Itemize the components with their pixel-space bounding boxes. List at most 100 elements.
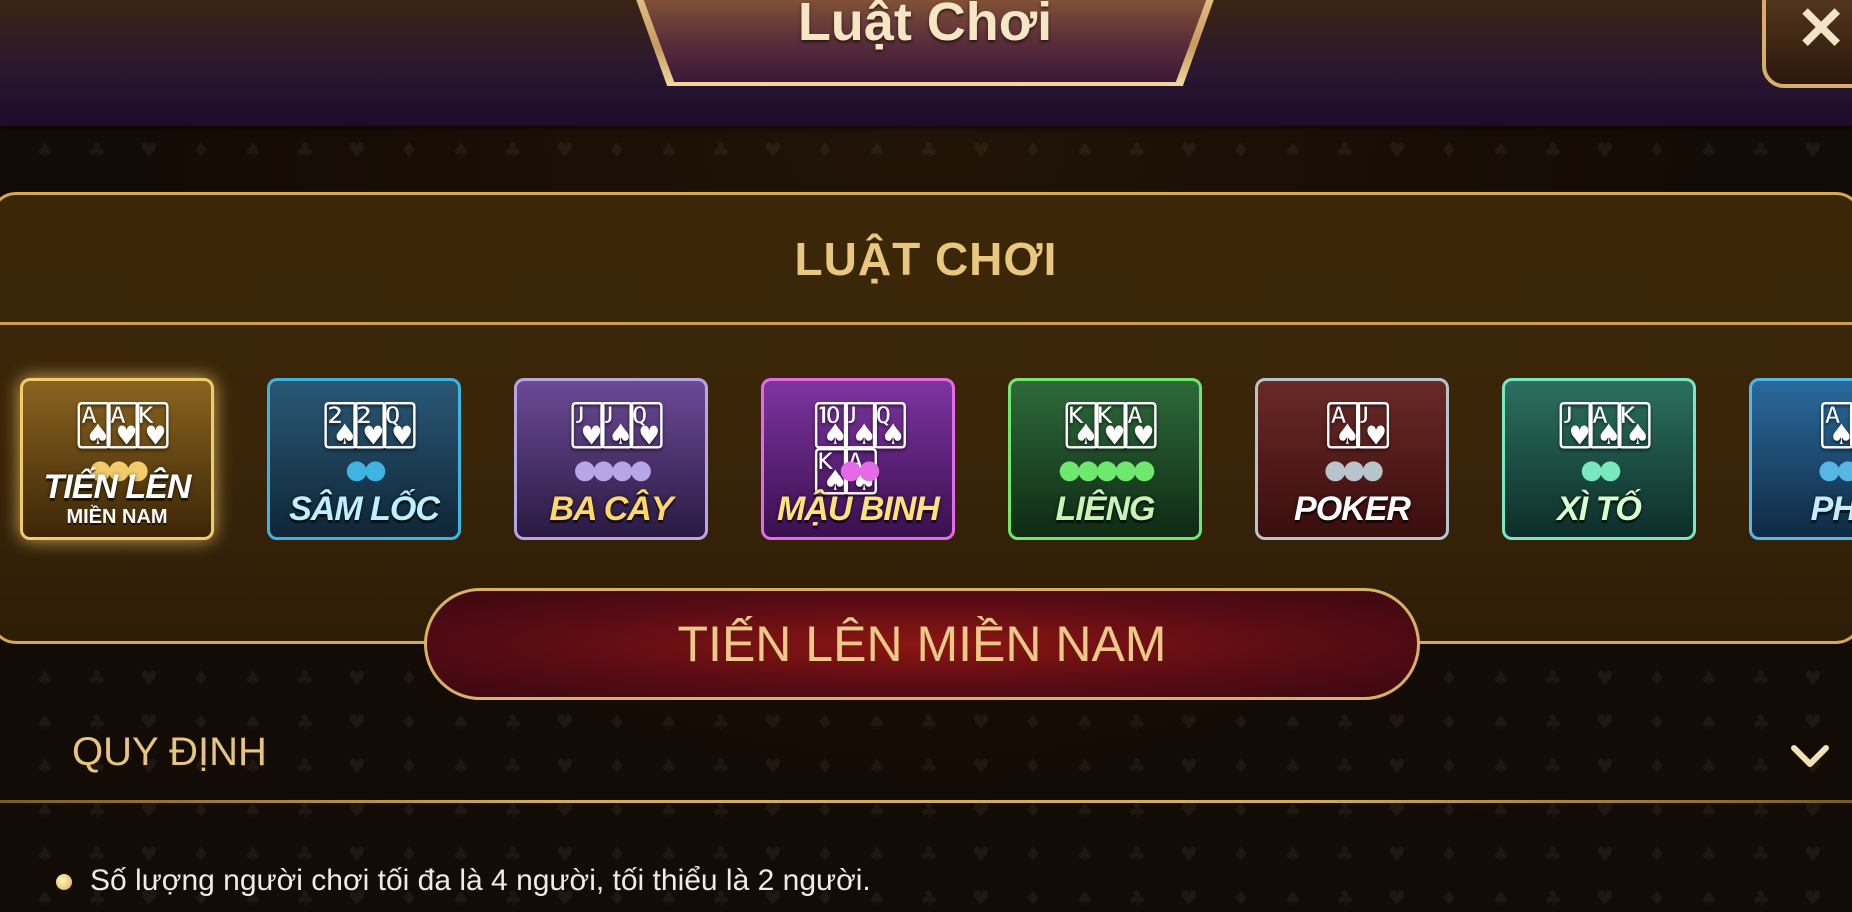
suit-pattern-glyph: ♠	[452, 138, 470, 162]
game-tile-label: MẬU BINH	[777, 490, 940, 528]
suit-pattern-glyph: ♣	[504, 842, 522, 866]
suit-pattern-glyph: ♦	[1232, 886, 1250, 910]
suit-pattern-glyph: ♦	[1024, 886, 1042, 910]
suit-pattern-glyph: ♥	[1596, 798, 1614, 822]
suit-pattern-glyph: ♥	[1388, 798, 1406, 822]
game-tile-label: SÂM LỐC	[289, 490, 440, 528]
panel-divider	[0, 322, 1852, 325]
suit-pattern-glyph: ♥	[972, 842, 990, 866]
suit-pattern-glyph: ♥	[140, 798, 158, 822]
suit-pattern-glyph: ♥	[1180, 842, 1198, 866]
suit-pattern-glyph: ♠	[1284, 842, 1302, 866]
suit-pattern-glyph: ♦	[816, 138, 834, 162]
game-tile-label: POKER	[1294, 490, 1411, 528]
game-tile[interactable]: 🂢🂲🂽 ●● SÂM LỐC	[267, 378, 461, 540]
suit-pattern-glyph: ♠	[1492, 666, 1510, 690]
suit-pattern-glyph: ♥	[1180, 138, 1198, 162]
playing-cards-icon: 🂡🂱	[1817, 403, 1852, 449]
suit-pattern-glyph: ♦	[1440, 886, 1458, 910]
suit-pattern-glyph: ♣	[1336, 138, 1354, 162]
chips-icon: ●●●●●	[1058, 455, 1155, 485]
suit-pattern-glyph: ♠	[452, 798, 470, 822]
suit-pattern-glyph: ♣	[1128, 138, 1146, 162]
suit-pattern-glyph: ♥	[140, 138, 158, 162]
suit-pattern-glyph: ♦	[1232, 138, 1250, 162]
chips-icon: ●●●	[1817, 455, 1852, 485]
suit-pattern-glyph: ♣	[88, 842, 106, 866]
suit-pattern-glyph: ♠	[244, 798, 262, 822]
game-tile-label: BA CÂY	[549, 490, 673, 528]
suit-pattern-glyph: ♣	[1336, 798, 1354, 822]
suit-pattern-glyph: ♦	[192, 798, 210, 822]
suit-pattern-glyph: ♥	[972, 138, 990, 162]
chips-icon: ●●●●	[573, 455, 653, 485]
rules-accordion-header[interactable]	[0, 720, 1852, 802]
suit-pattern-glyph: ♠	[1492, 886, 1510, 910]
rules-section-title: QUY ĐỊNH	[72, 730, 267, 774]
suit-pattern-glyph: ♠	[660, 798, 678, 822]
suit-pattern-glyph: ♥	[764, 138, 782, 162]
suit-pattern-glyph: ♠	[660, 138, 678, 162]
game-tile-label: TIẾN LÊN	[43, 468, 192, 506]
suit-pattern-glyph: ♠	[36, 842, 54, 866]
rules-divider	[0, 800, 1852, 803]
suit-pattern-glyph: ♥	[1388, 886, 1406, 910]
suit-pattern-glyph: ♥	[348, 842, 366, 866]
game-tile[interactable]: 🂻🂡🂮 ●● XÌ TỐ	[1502, 378, 1696, 540]
game-tile[interactable]: 🂮🂾🂱 ●●●●● LIÊNG	[1008, 378, 1202, 540]
suit-pattern-glyph: ♦	[1648, 666, 1666, 690]
suit-pattern-glyph: ♣	[712, 842, 730, 866]
game-tile[interactable]: 🂻🂫🂽 ●●●● BA CÂY	[514, 378, 708, 540]
game-tile[interactable]: 🂪🂫🂭🂮🂡 ●● MẬU BINH	[761, 378, 955, 540]
playing-cards-icon: 🂡🂱🂾	[73, 403, 173, 449]
suit-pattern-glyph: ♦	[400, 842, 418, 866]
suit-pattern-glyph: ♦	[1024, 842, 1042, 866]
suit-pattern-glyph: ♣	[1544, 666, 1562, 690]
suit-pattern-glyph: ♥	[1388, 842, 1406, 866]
chips-icon: ●●	[839, 455, 880, 485]
suit-pattern-glyph: ♣	[1544, 886, 1562, 910]
bullet-icon	[56, 874, 72, 890]
suit-pattern-glyph: ♠	[36, 666, 54, 690]
suit-pattern-glyph: ♥	[140, 666, 158, 690]
suit-pattern-glyph: ♥	[1804, 666, 1822, 690]
suit-pattern-glyph: ♥	[556, 842, 574, 866]
suit-pattern-glyph: ♣	[1544, 138, 1562, 162]
suit-pattern-glyph: ♣	[1752, 798, 1770, 822]
close-button[interactable]: ✕	[1762, 0, 1852, 88]
suit-pattern-glyph: ♠	[868, 138, 886, 162]
suit-pattern-glyph: ♠	[1492, 798, 1510, 822]
rule-item: Số lượng người chơi tối đa là 4 người, t…	[90, 864, 871, 897]
suit-pattern-glyph: ♥	[348, 666, 366, 690]
suit-pattern-glyph: ♠	[244, 138, 262, 162]
chevron-down-icon[interactable]	[1790, 736, 1830, 776]
suit-pattern-glyph: ♠	[1700, 798, 1718, 822]
suit-pattern-glyph: ♦	[1024, 798, 1042, 822]
suit-pattern-glyph: ♥	[972, 886, 990, 910]
game-tile[interactable]: 🂡🂻 ●●● POKER	[1255, 378, 1449, 540]
suit-pattern-glyph: ♦	[1648, 138, 1666, 162]
suit-pattern-glyph: ♦	[400, 666, 418, 690]
suit-pattern-glyph: ♣	[1544, 798, 1562, 822]
suit-pattern-glyph: ♥	[1388, 138, 1406, 162]
suit-pattern-glyph: ♥	[1804, 798, 1822, 822]
suit-pattern-glyph: ♠	[244, 842, 262, 866]
suit-pattern-glyph: ♠	[1076, 842, 1094, 866]
page-title: Luật Chơi	[797, 0, 1053, 52]
suit-pattern-glyph: ♦	[1648, 798, 1666, 822]
suit-pattern-glyph: ♣	[296, 842, 314, 866]
suit-pattern-glyph: ♥	[1596, 886, 1614, 910]
suit-pattern-glyph: ♠	[36, 138, 54, 162]
suit-pattern-glyph: ♣	[1752, 138, 1770, 162]
suit-pattern-glyph: ♣	[296, 798, 314, 822]
suit-pattern-glyph: ♠	[868, 842, 886, 866]
game-tile[interactable]: 🂡🂱 ●●● PHỎ	[1749, 378, 1852, 540]
suit-pattern-glyph: ♠	[1284, 138, 1302, 162]
suit-pattern-glyph: ♣	[920, 138, 938, 162]
suit-pattern-glyph: ♣	[712, 798, 730, 822]
game-tile[interactable]: 🂡🂱🂾 ●●● TIẾN LÊN MIỀN NAM	[20, 378, 214, 540]
suit-pattern-glyph: ♠	[1284, 886, 1302, 910]
playing-cards-icon: 🂻🂫🂽	[567, 403, 666, 449]
suit-pattern-glyph: ♠	[452, 842, 470, 866]
suit-pattern-glyph: ♦	[192, 138, 210, 162]
